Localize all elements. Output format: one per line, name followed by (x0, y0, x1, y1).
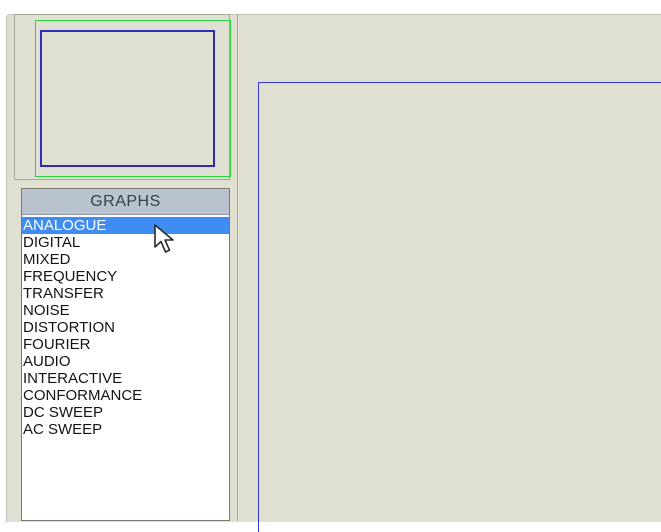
graph-type-item[interactable]: MIXED (22, 251, 229, 268)
graph-type-item[interactable]: CONFORMANCE (22, 387, 229, 404)
graph-type-item[interactable]: DISTORTION (22, 319, 229, 336)
graph-type-item[interactable]: NOISE (22, 302, 229, 319)
overview-view-rectangle[interactable] (40, 30, 215, 167)
graph-type-item[interactable]: INTERACTIVE (22, 370, 229, 387)
graph-type-item[interactable]: FOURIER (22, 336, 229, 353)
graph-type-item[interactable]: AUDIO (22, 353, 229, 370)
graph-selector-header: GRAPHS (22, 189, 229, 215)
graph-type-item[interactable]: ANALOGUE (22, 217, 229, 234)
overview-window[interactable] (14, 14, 231, 180)
graph-type-item[interactable]: AC SWEEP (22, 421, 229, 438)
drawing-sheet-border (258, 82, 661, 532)
graph-type-list: ANALOGUE DIGITAL MIXED FREQUENCY TRANSFE… (22, 215, 229, 438)
editing-area[interactable] (237, 14, 661, 532)
graph-selector: GRAPHS ANALOGUE DIGITAL MIXED FREQUENCY … (21, 188, 230, 521)
graph-type-item[interactable]: DIGITAL (22, 234, 229, 251)
left-panel: GRAPHS ANALOGUE DIGITAL MIXED FREQUENCY … (14, 14, 232, 521)
graph-type-item[interactable]: TRANSFER (22, 285, 229, 302)
mouse-pointer-icon (154, 224, 174, 253)
graph-type-item[interactable]: FREQUENCY (22, 268, 229, 285)
graph-type-item[interactable]: DC SWEEP (22, 404, 229, 421)
